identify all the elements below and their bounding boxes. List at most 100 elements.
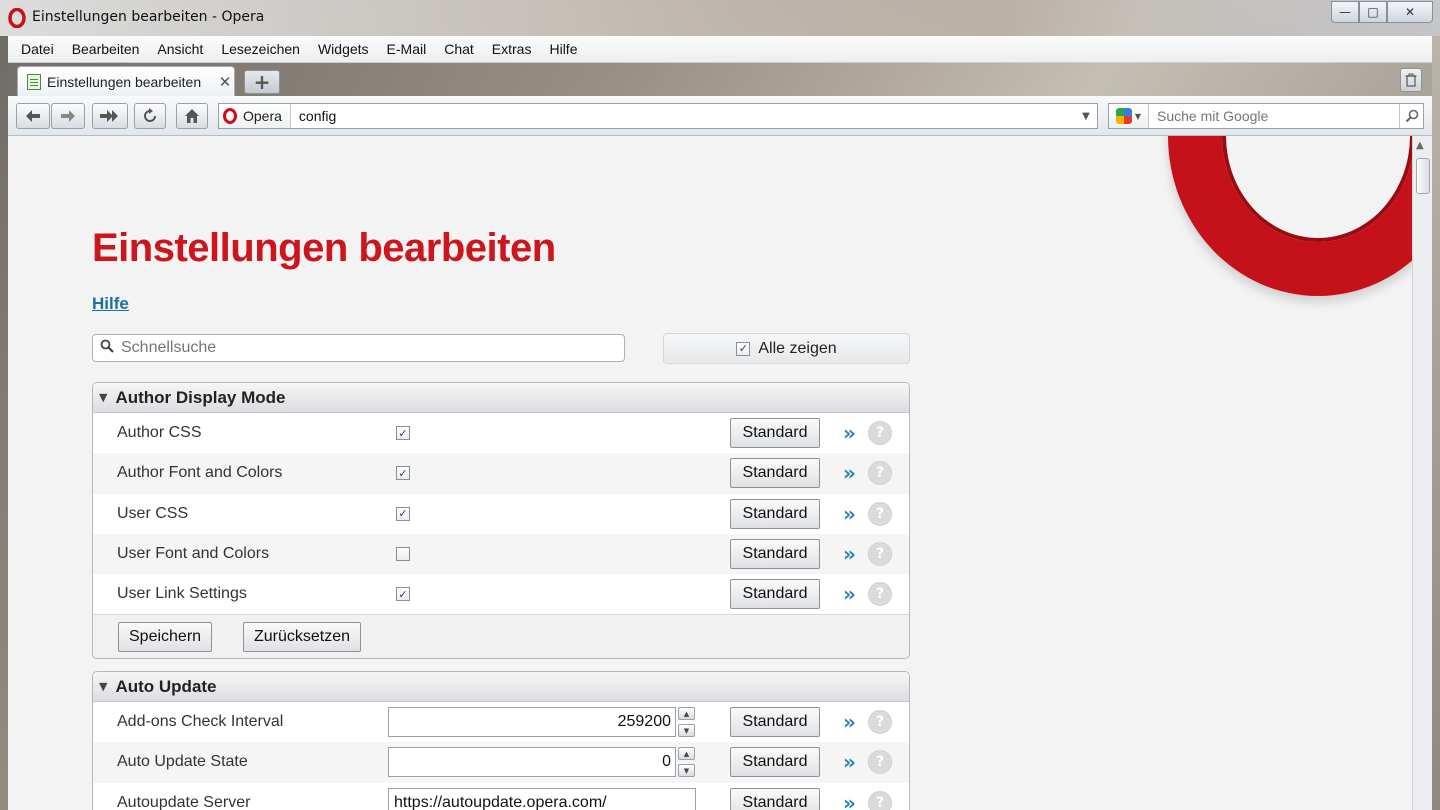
minimize-button[interactable]: — [1331,1,1359,23]
section-auto-update: ▼ Auto Update Add-ons Check Interval 259… [92,671,910,810]
setting-row-author-font-colors: Author Font and Colors ✓ Standard » ? [93,453,909,494]
spin-down-icon[interactable]: ▼ [678,764,695,778]
setting-checkbox[interactable]: ✓ [396,506,410,521]
setting-label: User Link Settings [117,585,247,603]
reset-button[interactable]: Zurücksetzen [243,622,362,653]
address-bar[interactable]: Opera config ▼ [218,103,1098,129]
help-question-icon[interactable]: ? [868,461,892,486]
scroll-up-icon[interactable]: ▲ [1416,140,1424,151]
menu-bearbeiten[interactable]: Bearbeiten [65,41,151,57]
address-dropdown-icon[interactable]: ▼ [1075,111,1097,122]
menu-widgets[interactable]: Widgets [311,41,380,57]
vertical-scrollbar[interactable]: ▲ [1412,136,1432,810]
quicksearch-field [92,334,625,362]
section-title: Auto Update [115,676,217,696]
standard-button[interactable]: Standard [730,418,820,449]
fast-forward-button[interactable] [92,103,128,129]
opera-badge-icon [223,108,237,124]
tab-einstellungen[interactable]: Einstellungen bearbeiten ✕ [17,66,235,96]
help-question-icon[interactable]: ? [868,421,892,446]
setting-row-addons-check-interval: Add-ons Check Interval 259200 ▲ ▼ Standa… [93,702,909,743]
help-question-icon[interactable]: ? [868,710,892,735]
show-all-checkbox[interactable]: ✓ [736,341,751,356]
help-question-icon[interactable]: ? [868,750,892,775]
menu-hilfe[interactable]: Hilfe [542,41,588,57]
menu-lesezeichen[interactable]: Lesezeichen [214,41,311,57]
section-author-display-mode: ▼ Author Display Mode Author CSS ✓ Stand… [92,382,910,660]
forward-arrow-icon [61,110,75,122]
tab-close-icon[interactable]: ✕ [216,73,234,91]
menu-extras[interactable]: Extras [485,41,543,57]
search-bar: ▼ [1108,103,1424,129]
help-question-icon[interactable]: ? [868,582,892,607]
save-button[interactable]: Speichern [118,622,213,653]
standard-button[interactable]: Standard [730,747,820,778]
spin-up-icon[interactable]: ▲ [678,707,695,721]
site-badge[interactable]: Opera [219,104,291,128]
more-info-icon[interactable]: » [843,461,856,485]
spin-down-icon[interactable]: ▼ [678,724,695,738]
section-header[interactable]: ▼ Author Display Mode [93,383,909,413]
menu-email[interactable]: E-Mail [380,41,438,57]
more-info-icon[interactable]: » [843,582,856,606]
help-question-icon[interactable]: ? [868,501,892,526]
home-button[interactable] [176,103,208,129]
quicksearch-input[interactable] [121,339,624,357]
menu-chat[interactable]: Chat [437,41,485,57]
more-info-icon[interactable]: » [843,791,856,810]
setting-row-user-link-settings: User Link Settings ✓ Standard » ? [93,574,909,615]
setting-label: Auto Update State [117,753,248,771]
search-icon[interactable] [1399,104,1423,128]
more-info-icon[interactable]: » [843,750,856,774]
section-header[interactable]: ▼ Auto Update [93,672,909,702]
search-engine-selector[interactable]: ▼ [1109,104,1149,128]
more-info-icon[interactable]: » [843,542,856,566]
new-tab-button[interactable]: + [244,70,280,94]
menu-datei[interactable]: Datei [14,41,65,57]
page-content: Einstellungen bearbeiten Hilfe ✓ Alle ze… [8,136,1412,810]
spin-up-icon[interactable]: ▲ [678,747,695,761]
number-spinner[interactable]: ▲ ▼ [678,747,695,778]
tab-bar: Einstellungen bearbeiten ✕ + [8,63,1432,96]
forward-button[interactable] [51,103,85,129]
setting-checkbox[interactable] [396,547,410,562]
setting-checkbox[interactable]: ✓ [396,426,410,441]
setting-row-author-css: Author CSS ✓ Standard » ? [93,413,909,454]
number-spinner[interactable]: ▲ ▼ [678,707,695,738]
more-info-icon[interactable]: » [843,502,856,526]
setting-row-auto-update-state: Auto Update State 0 ▲ ▼ Standard » ? [93,742,909,783]
opera-background-logo-icon [1168,136,1412,296]
more-info-icon[interactable]: » [843,710,856,734]
trash-icon[interactable] [1400,68,1422,92]
home-icon [185,109,199,123]
more-info-icon[interactable]: » [843,421,856,445]
standard-button[interactable]: Standard [730,787,820,810]
standard-button[interactable]: Standard [730,539,820,570]
text-input[interactable]: https://autoupdate.opera.com/ [388,787,696,810]
maximize-button[interactable]: □ [1359,1,1387,23]
address-input[interactable]: config [291,108,1075,124]
reload-button[interactable] [134,103,166,129]
help-question-icon[interactable]: ? [868,790,892,810]
show-all-toggle[interactable]: ✓ Alle zeigen [663,333,910,364]
section-footer: Speichern Zurücksetzen [93,614,909,659]
setting-checkbox[interactable]: ✓ [396,466,410,481]
search-input[interactable] [1149,108,1399,124]
menu-ansicht[interactable]: Ansicht [150,41,214,57]
standard-button[interactable]: Standard [730,579,820,610]
tab-title: Einstellungen bearbeiten [47,73,202,90]
close-window-button[interactable]: ✕ [1387,1,1433,23]
number-input[interactable]: 259200 [388,707,676,738]
help-question-icon[interactable]: ? [868,542,892,567]
number-input[interactable]: 0 [388,747,676,778]
help-link[interactable]: Hilfe [92,294,129,314]
standard-button[interactable]: Standard [730,707,820,738]
collapse-arrow-icon: ▼ [99,391,108,404]
standard-button[interactable]: Standard [730,498,820,529]
setting-checkbox[interactable]: ✓ [396,587,410,602]
reload-icon [144,108,156,122]
scroll-thumb[interactable] [1416,158,1430,194]
menu-bar: Datei Bearbeiten Ansicht Lesezeichen Wid… [8,36,1432,63]
standard-button[interactable]: Standard [730,458,820,489]
back-button[interactable] [16,103,50,129]
